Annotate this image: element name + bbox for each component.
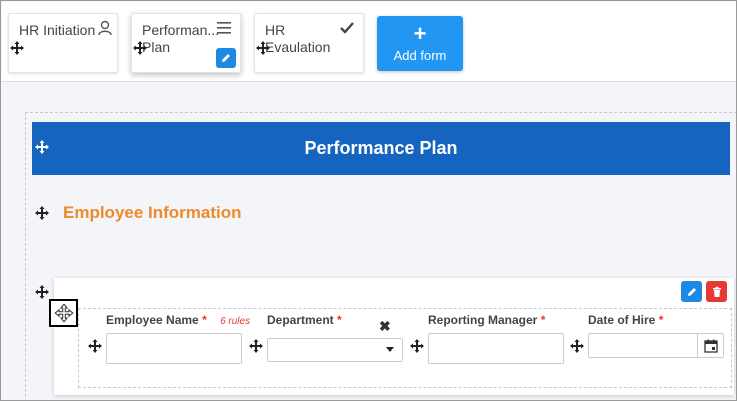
check-icon: [340, 22, 354, 34]
move-icon[interactable]: [132, 40, 148, 56]
move-icon[interactable]: [34, 205, 50, 221]
clear-field-button[interactable]: ✖: [379, 318, 391, 335]
field-label-text: Date of Hire: [588, 313, 656, 327]
section-banner: Performance Plan: [32, 122, 730, 175]
tab-bar-divider: [2, 81, 736, 82]
date-of-hire-label: Date of Hire *: [588, 313, 663, 327]
user-icon: [98, 20, 112, 36]
required-marker: *: [540, 313, 546, 327]
department-select[interactable]: [267, 338, 403, 362]
tab-hr-initiation[interactable]: HR Initiation: [8, 13, 118, 73]
form-builder-canvas: HR Initiation Performan... Plan HR Evaul…: [0, 0, 737, 401]
calendar-icon: [703, 339, 718, 353]
edit-row-button[interactable]: [681, 281, 702, 302]
subsection-title: Employee Information: [63, 203, 242, 222]
required-marker: *: [202, 313, 207, 327]
field-label-text: Employee Name: [106, 313, 199, 327]
tab-title: HR Initiation: [19, 22, 96, 38]
banner-title: Performance Plan: [304, 138, 458, 158]
tab-hr-evaluation[interactable]: HR Evaulation: [254, 13, 364, 73]
tab-title: Performan... Plan: [142, 22, 220, 55]
department-label: Department *: [267, 313, 342, 327]
move-icon[interactable]: [248, 338, 264, 354]
chevron-down-icon: [386, 347, 394, 352]
move-icon[interactable]: [9, 40, 25, 56]
trash-icon: [712, 286, 721, 297]
row-drag-handle-selected[interactable]: [49, 299, 78, 327]
move-arrows-icon: [53, 303, 74, 323]
move-icon[interactable]: [34, 284, 50, 300]
calendar-button[interactable]: [697, 334, 723, 357]
tab-performance-plan[interactable]: Performan... Plan: [131, 13, 241, 73]
tab-title: HR Evaulation: [265, 22, 331, 55]
pencil-icon: [222, 54, 230, 62]
plus-icon: +: [413, 21, 427, 46]
date-of-hire-input[interactable]: [588, 333, 724, 358]
move-icon[interactable]: [409, 338, 425, 354]
employee-name-label: Employee Name * 6 rules: [106, 313, 250, 327]
required-marker: *: [337, 313, 342, 327]
menu-icon[interactable]: [216, 20, 232, 36]
edit-tab-button[interactable]: [216, 48, 236, 68]
move-icon[interactable]: [255, 40, 271, 56]
reporting-manager-input[interactable]: [428, 333, 564, 364]
reporting-manager-label: Reporting Manager *: [428, 313, 545, 327]
move-icon[interactable]: [87, 338, 103, 354]
employee-name-input[interactable]: [106, 333, 242, 364]
move-icon[interactable]: [569, 338, 585, 354]
required-marker: *: [658, 313, 664, 327]
delete-row-button[interactable]: [706, 281, 727, 302]
banner-move-icon[interactable]: [34, 139, 50, 155]
field-label-text: Reporting Manager: [428, 313, 538, 327]
add-form-label: Add form: [393, 48, 447, 63]
field-label-text: Department: [267, 313, 334, 327]
add-form-button[interactable]: + Add form: [377, 16, 463, 71]
pencil-icon: [687, 287, 696, 296]
rules-count[interactable]: 6 rules: [220, 316, 250, 327]
